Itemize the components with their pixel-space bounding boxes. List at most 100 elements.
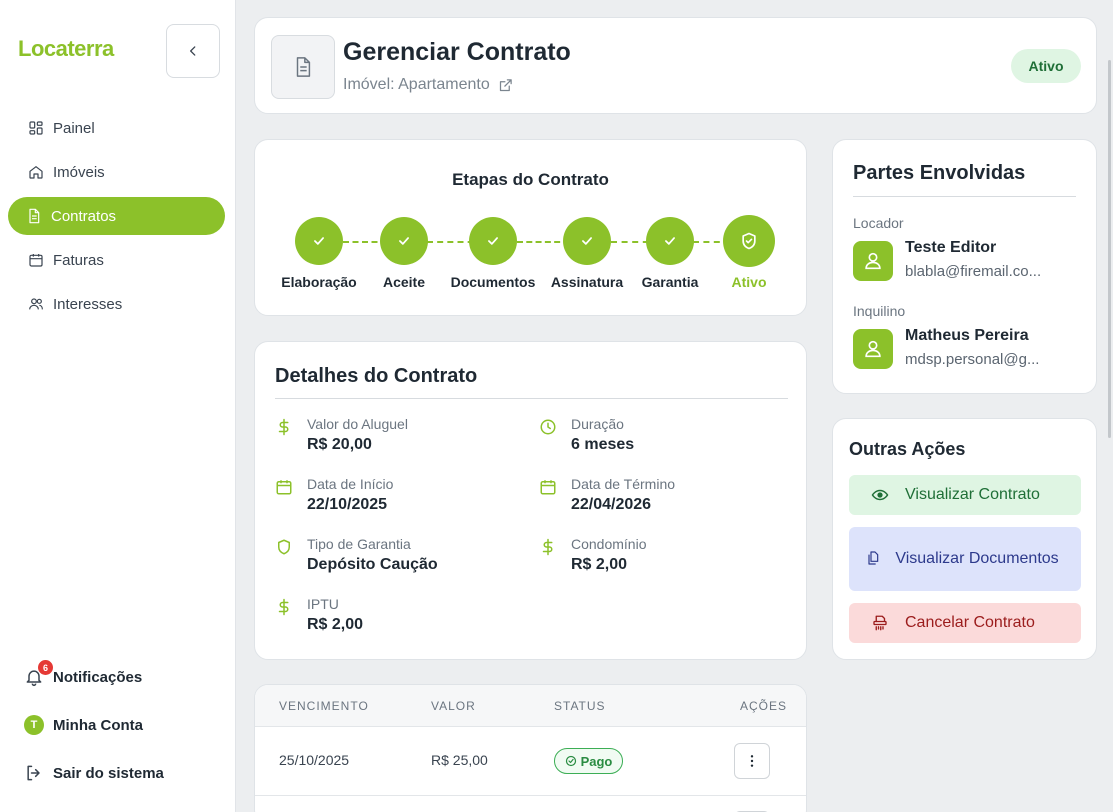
sidebar-item-label: Faturas (53, 251, 104, 269)
dollar-icon (539, 538, 557, 556)
step-done-documentos (469, 217, 517, 265)
field-value: Depósito Caução (307, 556, 438, 573)
chevron-left-icon (186, 44, 200, 58)
property-label: Imóvel: Apartamento (343, 76, 490, 93)
account-label: Minha Conta (53, 716, 143, 734)
status-badge: Pago (554, 748, 623, 774)
field-value: 22/10/2025 (307, 496, 388, 513)
logout-icon (24, 763, 44, 783)
steps-title: Etapas do Contrato (452, 170, 609, 189)
field-value: 6 meses (571, 436, 635, 453)
files-icon (865, 550, 883, 568)
dollar-icon (275, 418, 293, 436)
tenant-role: Inquilino (853, 303, 906, 319)
dashboard-icon (28, 120, 44, 136)
check-icon (580, 234, 594, 248)
field-value: R$ 2,00 (571, 556, 628, 573)
amount-cell: R$ 25,00 (431, 752, 488, 768)
field-label: Condomínio (571, 536, 647, 552)
home-icon (28, 164, 44, 180)
step-done-elaboracao (295, 217, 343, 265)
sidebar-item-label: Contratos (51, 207, 117, 225)
sidebar-item-faturas[interactable]: Faturas (8, 241, 225, 279)
landlord-role: Locador (853, 215, 904, 231)
avatar: T (24, 715, 44, 735)
document-icon (26, 208, 42, 224)
landlord-card: Teste Editor blabla@firemail.co... (853, 239, 1083, 283)
contract-steps: Etapas do Contrato Elaboração Aceite Doc… (254, 139, 807, 316)
actions-panel: Outras Ações Visualizar Contrato Visuali… (832, 418, 1097, 660)
account-link[interactable]: T Minha Conta (24, 715, 143, 735)
parties-panel: Partes Envolvidas Locador Teste Editor b… (832, 139, 1097, 394)
invoices-table: VENCIMENTO VALOR STATUS AÇÕES 25/10/2025… (254, 684, 807, 812)
dollar-icon (275, 598, 293, 616)
field-label: Valor do Aluguel (307, 416, 408, 432)
field-value: 22/04/2026 (571, 496, 652, 513)
sidebar-item-label: Painel (53, 119, 95, 137)
landlord-name: Teste Editor (905, 239, 997, 256)
more-vertical-icon (744, 753, 760, 769)
user-icon (853, 329, 893, 369)
sidebar-item-painel[interactable]: Painel (8, 109, 225, 147)
field-value: R$ 20,00 (307, 436, 372, 453)
field-value: R$ 2,00 (307, 616, 364, 633)
divider (853, 196, 1076, 197)
shield-check-icon (739, 231, 759, 251)
user-icon (853, 241, 893, 281)
clock-icon (539, 418, 557, 436)
sidebar-item-contratos[interactable]: Contratos (8, 197, 225, 235)
tenant-card: Matheus Pereira mdsp.personal@g... (853, 327, 1083, 371)
column-header: VENCIMENTO (279, 699, 369, 713)
details-title: Detalhes do Contrato (275, 365, 478, 387)
divider (255, 795, 806, 796)
check-icon (663, 234, 677, 248)
due-date-cell: 25/10/2025 (279, 752, 350, 768)
step-done-garantia (646, 217, 694, 265)
calendar-icon (539, 478, 557, 496)
field-label: Tipo de Garantia (307, 536, 411, 552)
column-header: STATUS (554, 699, 606, 713)
app-logo[interactable]: Locaterra (18, 36, 114, 62)
contract-header: Gerenciar Contrato Imóvel: Apartamento A… (254, 17, 1097, 114)
users-icon (28, 296, 44, 312)
check-icon (486, 234, 500, 248)
step-current-ativo (723, 215, 775, 267)
column-header: VALOR (431, 699, 476, 713)
step-done-assinatura (563, 217, 611, 265)
field-label: IPTU (307, 596, 339, 612)
property-link[interactable]: Imóvel: Apartamento (343, 76, 513, 94)
sidebar: Locaterra Painel Imóveis Contratos Fatur… (0, 0, 236, 812)
logout-label: Sair do sistema (53, 764, 164, 782)
contract-details: Detalhes do Contrato Valor do Aluguel R$… (254, 341, 807, 660)
shield-icon (275, 538, 293, 556)
calendar-icon (275, 478, 293, 496)
parties-title: Partes Envolvidas (853, 162, 1026, 184)
view-contract-button[interactable]: Visualizar Contrato (849, 475, 1081, 515)
sidebar-item-interesses[interactable]: Interesses (8, 285, 225, 323)
check-icon (397, 234, 411, 248)
tenant-name: Matheus Pereira (905, 327, 1029, 344)
status-badge: Ativo (1011, 49, 1081, 83)
column-header: AÇÕES (740, 699, 788, 713)
notifications-link[interactable]: 6 Notificações (24, 660, 142, 687)
collapse-sidebar-button[interactable] (166, 24, 220, 78)
cancel-contract-button[interactable]: Cancelar Contrato (849, 603, 1081, 643)
logout-link[interactable]: Sair do sistema (24, 763, 164, 783)
view-documents-button[interactable]: Visualizar Documentos (849, 527, 1081, 591)
step-done-aceite (380, 217, 428, 265)
page-scrollbar[interactable] (1108, 60, 1111, 438)
external-link-icon[interactable] (498, 78, 513, 93)
eye-icon (871, 486, 889, 504)
row-actions-button[interactable] (734, 743, 770, 779)
sidebar-item-label: Imóveis (53, 163, 105, 181)
check-circle-icon (565, 755, 577, 767)
shredder-icon (871, 614, 889, 632)
calendar-icon (28, 252, 44, 268)
field-label: Data de Início (307, 476, 394, 492)
field-label: Duração (571, 416, 624, 432)
divider (275, 398, 788, 399)
sidebar-item-imoveis[interactable]: Imóveis (8, 153, 225, 191)
actions-title: Outras Ações (849, 439, 966, 459)
sidebar-item-label: Interesses (53, 295, 123, 313)
notification-count-badge: 6 (38, 660, 53, 675)
